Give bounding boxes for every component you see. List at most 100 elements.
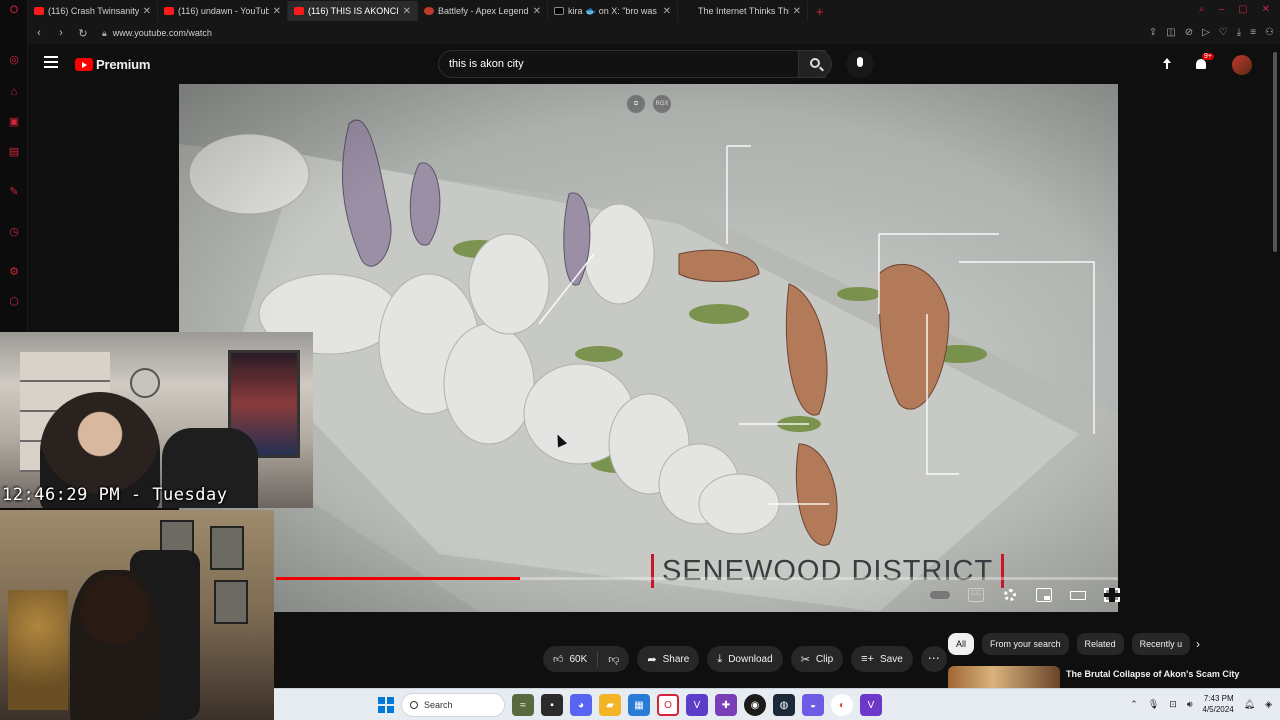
avatar[interactable] [1232, 55, 1252, 75]
settings-icon[interactable]: ⚙ [8, 266, 20, 278]
store-icon[interactable]: ▦ [628, 694, 650, 716]
browser-tab-active[interactable]: (116) THIS IS AKONCITY - Y ✕ [288, 1, 418, 21]
obs-icon[interactable]: ◉ [744, 694, 766, 716]
network-icon[interactable]: ⊡ [1169, 699, 1177, 710]
share-page-icon[interactable]: ⇪ [1149, 27, 1157, 38]
notes-icon[interactable]: ✎ [8, 186, 20, 198]
close-tab-icon[interactable]: ✕ [403, 6, 411, 17]
extensions-icon[interactable]: ⬡ [8, 296, 20, 308]
forward-icon[interactable]: › [50, 27, 72, 39]
close-tab-icon[interactable]: ✕ [273, 6, 281, 17]
home-icon[interactable]: ⌂ [8, 86, 20, 98]
search-button[interactable] [798, 50, 832, 78]
taskbar-search[interactable]: Search [401, 693, 505, 717]
profile-icon[interactable]: ⚇ [1265, 27, 1274, 38]
search-tabs-icon[interactable]: ⌕ [1199, 4, 1205, 15]
recommended-video[interactable]: The Brutal Collapse of Akon's Scam City [948, 666, 1274, 690]
download-button[interactable]: ⤓ Download [707, 646, 783, 672]
autoplay-toggle[interactable] [930, 591, 950, 599]
task-view-icon[interactable]: ▪ [541, 694, 563, 716]
reload-icon[interactable]: ↻ [72, 27, 94, 40]
vscode-icon[interactable]: V [860, 694, 882, 716]
webcam-clock: 12:46:29 PM - Tuesday [2, 485, 228, 505]
more-actions-button[interactable]: ⋯ [920, 646, 947, 672]
vegas-icon[interactable]: V [686, 694, 708, 716]
video-thumbnail[interactable] [948, 666, 1060, 690]
chat-app-icon[interactable]: ◒ [802, 694, 824, 716]
player-icon[interactable]: ▷ [1202, 27, 1210, 38]
opera-logo-icon[interactable]: O [8, 4, 20, 16]
minimize-icon[interactable]: – [1219, 4, 1225, 15]
history-icon[interactable]: ◷ [8, 226, 20, 238]
windows-start-icon[interactable] [378, 697, 394, 713]
notifications-bell-icon[interactable]: 9+ [1194, 53, 1214, 72]
download-icon[interactable]: ⤓ [1237, 27, 1241, 38]
close-tab-icon[interactable]: ✕ [793, 6, 801, 17]
new-tab-button[interactable]: + [816, 4, 824, 19]
copy-icon[interactable]: ⧉ [627, 95, 645, 113]
chip-all[interactable]: All [948, 633, 975, 655]
youtube-premium-logo[interactable]: Premium [75, 57, 150, 72]
steam-icon[interactable]: ◍ [773, 694, 795, 716]
aria-icon[interactable]: ◎ [8, 54, 20, 66]
browser-tab[interactable]: Battlefy - Apex Legends Gl ✕ [418, 1, 548, 21]
tray-overflow-icon[interactable]: ⌃ [1130, 699, 1138, 710]
notification-bell-icon[interactable]: 🔔︎ [1244, 699, 1255, 710]
theater-mode-icon[interactable] [1070, 590, 1086, 600]
save-button[interactable]: ≡+ Save [851, 646, 913, 672]
twitch-icon[interactable]: ▣ [8, 116, 20, 128]
close-tab-icon[interactable]: ✕ [143, 6, 151, 17]
bookmarks-icon[interactable]: ▤ [8, 146, 20, 158]
adblock-icon[interactable]: ⊘ [1185, 27, 1193, 38]
video-progress-bar[interactable] [276, 577, 1118, 580]
hamburger-menu-icon[interactable] [44, 56, 58, 68]
video-player[interactable]: ⧉ RGX SENEWOOD DISTRICT [179, 84, 1118, 612]
chrome-icon[interactable]: ◐ [831, 694, 853, 716]
scrollbar-thumb[interactable] [1273, 52, 1277, 252]
browser-tab[interactable]: kira 🐟 on X: "bro was 1 sc ✕ [548, 1, 678, 21]
clip-button[interactable]: ✂ Clip [790, 646, 844, 672]
close-tab-icon[interactable]: ✕ [533, 6, 541, 17]
copilot-icon[interactable]: ◈ [1265, 699, 1272, 710]
chevron-right-icon[interactable]: › [1196, 637, 1200, 651]
close-tab-icon[interactable]: ✕ [663, 6, 671, 17]
page-scrollbar[interactable] [1270, 44, 1280, 688]
search-box: ✕ [438, 50, 826, 78]
chip-recently-uploaded[interactable]: Recently u [1131, 633, 1191, 655]
subtitles-icon[interactable]: CC [968, 588, 984, 602]
voice-search-button[interactable] [846, 50, 874, 78]
file-explorer-icon[interactable]: ▰ [599, 694, 621, 716]
browser-tab[interactable]: The Internet Thinks This M ✕ [678, 1, 808, 21]
recommended-title[interactable]: The Brutal Collapse of Akon's Scam City [1066, 668, 1266, 680]
rgx-badge[interactable]: RGX [653, 95, 671, 113]
maximize-icon[interactable]: ▢ [1238, 4, 1247, 15]
browser-tab[interactable]: (116) Crash Twinsanity - Sp ✕ [28, 1, 158, 21]
discord-icon[interactable]: ◕ [570, 694, 592, 716]
video-actions: 👍︎ 60K 👎︎ ➦ Share ⤓ Download ✂ Clip ≡+ Save ⋯ [543, 646, 947, 672]
widget-icon[interactable]: ≈ [512, 694, 534, 716]
miniplayer-icon[interactable] [1036, 588, 1052, 602]
settings-gear-icon[interactable] [1002, 588, 1018, 602]
lock-icon[interactable]: 🔒︎ [102, 28, 107, 39]
fullscreen-icon[interactable] [1104, 588, 1120, 602]
heart-icon[interactable]: ♡ [1219, 27, 1228, 38]
close-window-icon[interactable]: ✕ [1262, 4, 1270, 15]
share-button[interactable]: ➦ Share [637, 646, 700, 672]
volume-icon[interactable]: 🔊︎ [1187, 699, 1193, 710]
like-button[interactable]: 👍︎ 60K [543, 651, 599, 667]
camera-icon[interactable]: ◫ [1166, 27, 1175, 38]
create-upload-icon[interactable] [1160, 58, 1174, 72]
chip-from-your-search[interactable]: From your search [982, 633, 1069, 655]
search-input[interactable] [449, 58, 769, 70]
url-text[interactable]: www.youtube.com/watch [113, 28, 212, 38]
taskbar-clock[interactable]: 7:43 PM 4/5/2024 [1203, 693, 1234, 715]
easy-setup-icon[interactable]: ≡ [1250, 27, 1256, 38]
back-icon[interactable]: ‹ [28, 27, 50, 39]
youtube-header: Premium ✕ 9+ [28, 44, 1280, 84]
chip-related[interactable]: Related [1076, 633, 1124, 655]
dislike-button[interactable]: 👎︎ [598, 653, 629, 666]
obs-plugin-icon[interactable]: ✚ [715, 694, 737, 716]
opera-gx-icon[interactable]: O [657, 694, 679, 716]
mic-tray-icon[interactable]: 🎙︎ [1148, 699, 1159, 710]
browser-tab[interactable]: (116) undawn - YouTube ✕ [158, 1, 288, 21]
